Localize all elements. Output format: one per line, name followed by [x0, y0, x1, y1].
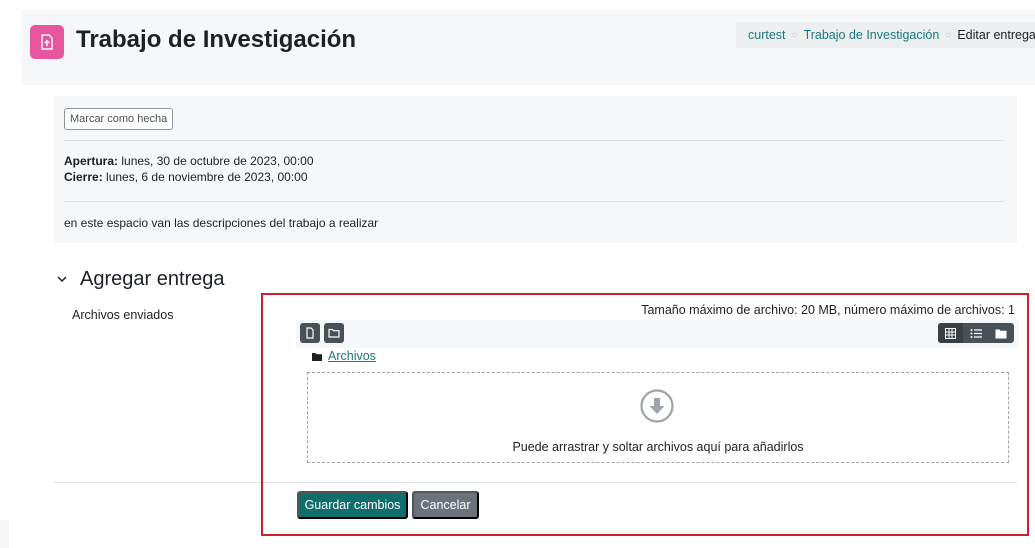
folder-path: Archivos: [312, 349, 376, 363]
tree-view-button[interactable]: [989, 323, 1014, 343]
file-icon: [306, 327, 314, 339]
activity-description: en este espacio van las descripciones de…: [64, 216, 379, 230]
folder-root-link[interactable]: Archivos: [328, 349, 376, 363]
activity-info: Marcar como hecha Apertura: lunes, 30 de…: [54, 96, 1017, 243]
filemanager-toolbar: [296, 320, 1019, 348]
chevron-down-icon[interactable]: [56, 272, 68, 289]
assignment-upload-icon: [30, 25, 64, 59]
max-file-info: Tamaño máximo de archivo: 20 MB, número …: [641, 303, 1015, 317]
view-toggle: [938, 323, 1014, 343]
breadcrumb-activity[interactable]: Trabajo de Investigación: [804, 28, 940, 42]
divider: [64, 140, 1004, 141]
breadcrumb-separator: ○: [945, 29, 952, 41]
save-button[interactable]: Guardar cambios: [297, 491, 408, 519]
add-file-button[interactable]: [300, 323, 320, 343]
breadcrumb-separator: ○: [791, 29, 798, 41]
list-view-button[interactable]: [963, 323, 988, 343]
closing-date: Cierre: lunes, 6 de noviembre de 2023, 0…: [64, 170, 308, 184]
files-label: Archivos enviados: [72, 308, 174, 322]
page-title: Trabajo de Investigación: [76, 26, 357, 53]
mark-done-button[interactable]: Marcar como hecha: [64, 108, 174, 130]
folder-outline-icon: [328, 328, 340, 338]
download-arrow-icon: [640, 389, 674, 423]
dropzone-text: Puede arrastrar y soltar archivos aquí p…: [512, 440, 804, 454]
file-dropzone[interactable]: Puede arrastrar y soltar archivos aquí p…: [307, 372, 1009, 463]
create-folder-button[interactable]: [324, 323, 344, 343]
activity-dates: Apertura: lunes, 30 de octubre de 2023, …: [64, 153, 314, 185]
breadcrumb-course[interactable]: curtest: [748, 28, 786, 42]
divider: [64, 201, 1004, 202]
folder-icon: [995, 329, 1007, 338]
section-title: Agregar entrega: [80, 268, 225, 290]
breadcrumb-current: Editar entrega: [957, 28, 1035, 42]
divider: [54, 482, 1017, 483]
page: Trabajo de Investigación curtest ○ Traba…: [0, 0, 1035, 548]
folder-icon: [312, 352, 322, 361]
opening-date: Apertura: lunes, 30 de octubre de 2023, …: [64, 154, 314, 168]
breadcrumb: curtest ○ Trabajo de Investigación ○ Edi…: [736, 22, 1035, 48]
list-icon: [970, 328, 982, 338]
grid-view-button[interactable]: [938, 323, 964, 343]
grid-icon: [945, 327, 957, 339]
cancel-button[interactable]: Cancelar: [412, 491, 479, 519]
drawer-edge: [0, 520, 9, 548]
